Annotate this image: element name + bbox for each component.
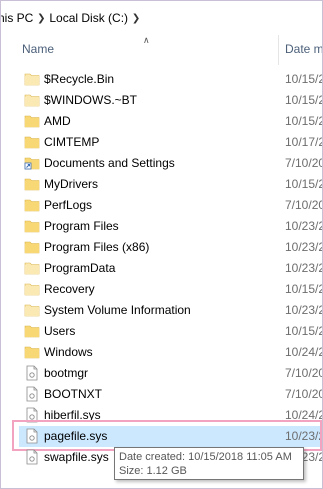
file-date-modified: 10/23/2 bbox=[285, 303, 323, 317]
file-name: Program Files bbox=[44, 219, 119, 233]
file-date-modified: 10/15/2 bbox=[285, 72, 323, 86]
folder-icon bbox=[24, 134, 40, 150]
file-date-modified: 7/10/20 bbox=[285, 198, 323, 212]
file-date-modified: 7/10/20 bbox=[285, 387, 323, 401]
file-date-modified: 10/15/2 bbox=[285, 282, 323, 296]
folder-icon bbox=[24, 323, 40, 339]
file-name: BOOTNXT bbox=[44, 387, 103, 401]
file-name: Recovery bbox=[44, 282, 95, 296]
file-row[interactable]: BOOTNXT 7/10/20 bbox=[19, 384, 322, 405]
file-date-modified: 10/15/2 bbox=[285, 177, 323, 191]
file-name: Windows bbox=[44, 345, 93, 359]
column-header: ∧ Name Date m bbox=[1, 35, 322, 65]
system-file-icon bbox=[24, 449, 40, 465]
file-name: CIMTEMP bbox=[44, 135, 100, 149]
system-file-icon bbox=[24, 428, 40, 444]
file-name: Program Files (x86) bbox=[44, 240, 150, 254]
file-date-modified: 10/15/2 bbox=[285, 93, 323, 107]
file-row[interactable]: bootmgr 7/10/20 bbox=[19, 363, 322, 384]
file-name: $Recycle.Bin bbox=[44, 72, 115, 86]
file-row[interactable]: System Volume Information 10/23/2 bbox=[19, 300, 322, 321]
file-date-modified: 7/10/20 bbox=[285, 366, 323, 380]
file-date-modified: 10/24/2 bbox=[285, 345, 323, 359]
file-row[interactable]: CIMTEMP 10/17/2 bbox=[19, 132, 322, 153]
folder-light-icon bbox=[24, 260, 40, 276]
folder-icon bbox=[24, 239, 40, 255]
file-name: ProgramData bbox=[44, 261, 116, 275]
chevron-right-icon[interactable]: ❯ bbox=[33, 13, 49, 24]
file-row[interactable]: Documents and Settings 7/10/20 bbox=[19, 153, 322, 174]
file-row[interactable]: Recovery 10/15/2 bbox=[19, 279, 322, 300]
file-row[interactable]: Windows 10/24/2 bbox=[19, 342, 322, 363]
breadcrumb-this-pc[interactable]: nis PC bbox=[1, 11, 33, 25]
file-date-modified: 10/15/2 bbox=[285, 324, 323, 338]
file-name: hiberfil.sys bbox=[44, 408, 101, 422]
column-divider[interactable] bbox=[278, 35, 279, 65]
file-name: bootmgr bbox=[44, 366, 89, 380]
chevron-right-icon[interactable]: ❯ bbox=[128, 13, 144, 24]
file-row[interactable]: ProgramData 10/23/2 bbox=[19, 258, 322, 279]
file-date-modified: 10/23/2 bbox=[285, 240, 323, 254]
file-row[interactable]: MyDrivers 10/15/2 bbox=[19, 174, 322, 195]
file-row[interactable]: PerfLogs 7/10/20 bbox=[19, 195, 322, 216]
file-name: MyDrivers bbox=[44, 177, 98, 191]
file-date-modified: 10/23/2 bbox=[285, 219, 323, 233]
file-name: System Volume Information bbox=[44, 303, 191, 317]
tooltip-size: Size: 1.12 GB bbox=[119, 465, 187, 477]
file-date-modified: 7/10/20 bbox=[285, 156, 323, 170]
file-date-modified: 10/23/2 bbox=[285, 261, 323, 275]
file-row[interactable]: hiberfil.sys 10/24/2 bbox=[19, 405, 322, 426]
column-name[interactable]: Name bbox=[22, 42, 54, 56]
file-name: Documents and Settings bbox=[44, 156, 175, 170]
file-tooltip: Date created: 10/15/2018 11:05 AM Size: … bbox=[114, 447, 304, 480]
file-name: Users bbox=[44, 324, 76, 338]
file-date-modified: 10/24/2 bbox=[285, 408, 323, 422]
file-name: PerfLogs bbox=[44, 198, 93, 212]
folder-icon bbox=[24, 197, 40, 213]
file-name: AMD bbox=[44, 114, 71, 128]
file-name: pagefile.sys bbox=[44, 429, 108, 443]
file-row[interactable]: Users 10/15/2 bbox=[19, 321, 322, 342]
sort-ascending-icon: ∧ bbox=[143, 35, 150, 45]
file-row[interactable]: pagefile.sys 10/23/2 bbox=[19, 426, 322, 447]
file-row[interactable]: $WINDOWS.~BT 10/15/2 bbox=[19, 90, 322, 111]
breadcrumb-local-disk[interactable]: Local Disk (C:) bbox=[49, 11, 128, 25]
file-row[interactable]: AMD 10/15/2 bbox=[19, 111, 322, 132]
file-row[interactable]: Program Files (x86) 10/23/2 bbox=[19, 237, 322, 258]
folder-icon bbox=[24, 218, 40, 234]
folder-light-icon bbox=[24, 302, 40, 318]
system-file-icon bbox=[24, 365, 40, 381]
breadcrumb: nis PC ❯ Local Disk (C:) ❯ bbox=[1, 1, 322, 35]
file-name: swapfile.sys bbox=[44, 450, 109, 464]
folder-icon bbox=[24, 113, 40, 129]
folder-icon bbox=[24, 176, 40, 192]
shortcut-folder-icon bbox=[24, 155, 40, 171]
folder-icon bbox=[24, 344, 40, 360]
file-row[interactable]: Program Files 10/23/2 bbox=[19, 216, 322, 237]
file-row[interactable]: $Recycle.Bin 10/15/2 bbox=[19, 69, 322, 90]
file-date-modified: 10/23/2 bbox=[285, 429, 323, 443]
explorer-window: nis PC ❯ Local Disk (C:) ❯ ∧ Name Date m… bbox=[0, 0, 323, 489]
system-file-icon bbox=[24, 386, 40, 402]
folder-light-icon bbox=[24, 71, 40, 87]
file-name: $WINDOWS.~BT bbox=[44, 93, 138, 107]
folder-light-icon bbox=[24, 281, 40, 297]
folder-light-icon bbox=[24, 92, 40, 108]
tooltip-date-created: Date created: 10/15/2018 11:05 AM bbox=[119, 451, 292, 463]
file-date-modified: 10/17/2 bbox=[285, 135, 323, 149]
column-date-modified[interactable]: Date m bbox=[285, 42, 322, 56]
file-date-modified: 10/15/2 bbox=[285, 114, 323, 128]
system-file-icon bbox=[24, 407, 40, 423]
